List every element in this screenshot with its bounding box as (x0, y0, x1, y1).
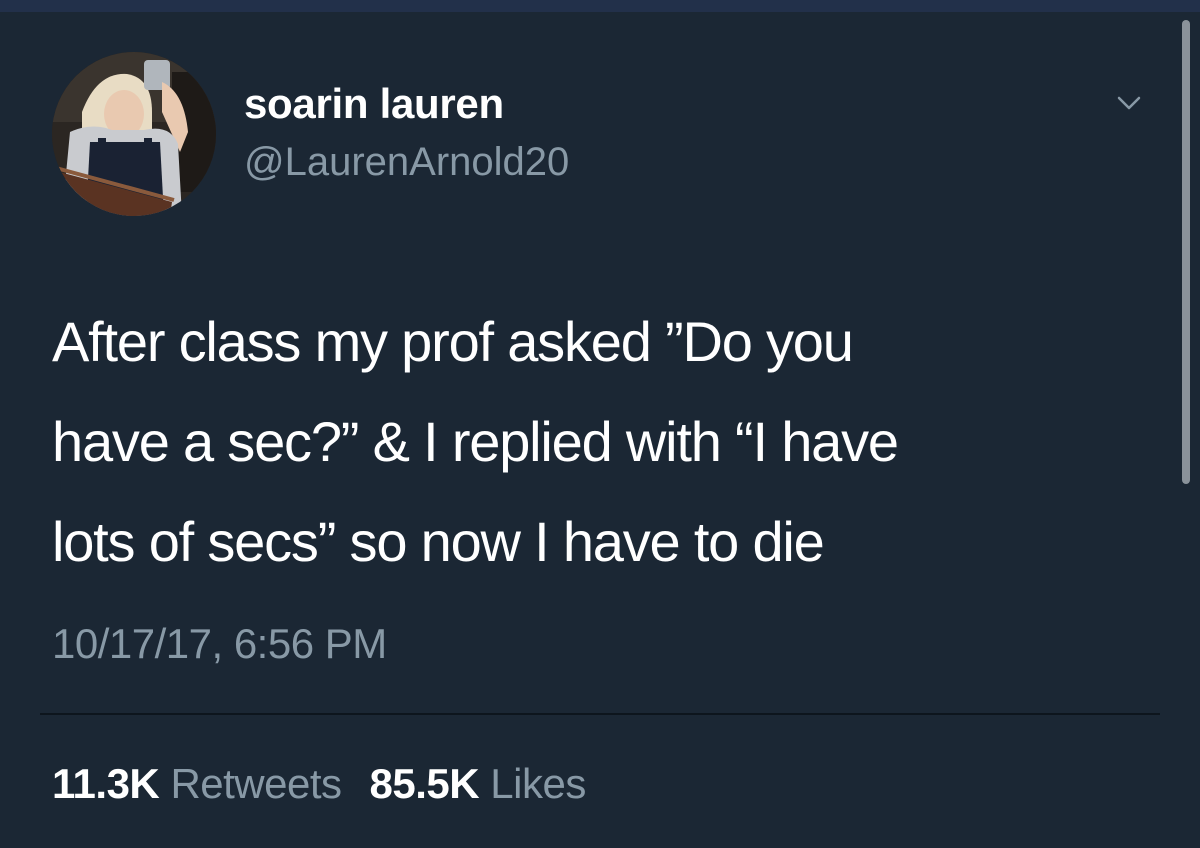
retweets-label: Retweets (170, 760, 342, 807)
avatar-photo (52, 52, 216, 216)
retweets-link[interactable]: 11.3K Retweets (52, 760, 342, 807)
tweet-text: After class my prof asked ”Do you have a… (52, 292, 1132, 592)
likes-label: Likes (490, 760, 586, 807)
scrollbar[interactable] (1182, 20, 1190, 484)
tweet-text-line: After class my prof asked ”Do you (52, 310, 854, 373)
chevron-down-icon[interactable] (1099, 88, 1159, 124)
likes-link[interactable]: 85.5K Likes (369, 760, 587, 807)
tweet-text-line: lots of secs” so now I have to die (52, 510, 825, 573)
retweets-count: 11.3K (52, 760, 160, 807)
author-handle[interactable]: @LaurenArnold20 (244, 140, 569, 185)
divider (40, 713, 1160, 715)
tweet-text-line: have a sec?” & I replied with “I have (52, 410, 899, 473)
likes-count: 85.5K (369, 760, 480, 807)
author-display-name[interactable]: soarin lauren (244, 80, 504, 128)
avatar[interactable] (52, 52, 216, 216)
tweet-timestamp[interactable]: 10/17/17, 6:56 PM (52, 620, 387, 668)
tweet-stats: 11.3K Retweets 85.5K Likes (52, 760, 586, 808)
status-strip (0, 0, 1200, 12)
